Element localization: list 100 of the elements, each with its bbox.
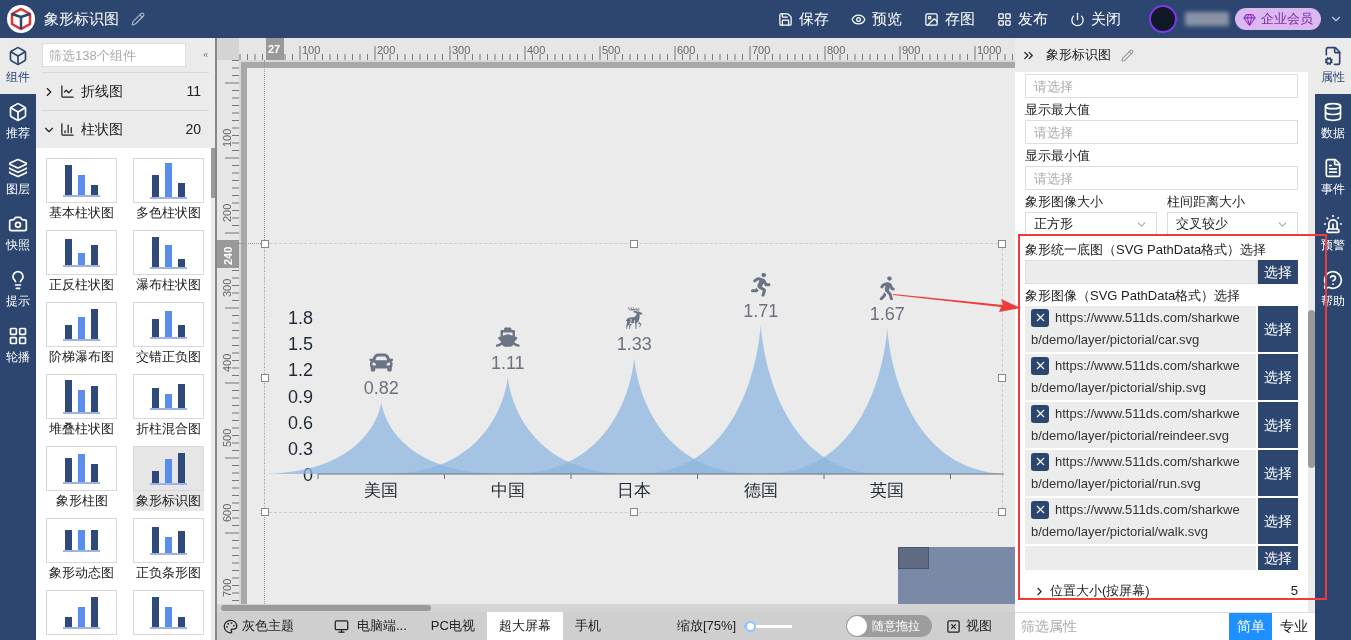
bar-chart-icon [150, 162, 187, 199]
category-label: 英国 [870, 481, 905, 500]
field-label: 显示最小值 [1025, 147, 1091, 165]
category-label: 美国 [364, 481, 399, 500]
device-tab[interactable]: 电脑端... [322, 612, 419, 640]
layers-icon [8, 158, 28, 178]
resize-handle[interactable] [629, 240, 638, 248]
value-label: 1.33 [616, 334, 652, 354]
rail-tab[interactable]: 快照 [0, 206, 36, 262]
edit-icon[interactable] [1121, 48, 1134, 62]
rail-tab[interactable]: 推荐 [0, 94, 36, 150]
category-label: 中国 [490, 481, 525, 500]
field-label: 显示最大值 [1025, 101, 1091, 119]
image-icon [924, 11, 939, 27]
device-tab[interactable]: PC电视 [418, 612, 487, 640]
group-header[interactable]: 折线图 11 [42, 72, 209, 110]
resize-handle[interactable] [998, 374, 1006, 382]
edit-icon[interactable] [131, 12, 145, 26]
rail-tab[interactable]: 图层 [0, 150, 36, 206]
deer-icon [626, 306, 643, 330]
select-field[interactable]: 请选择 [1025, 120, 1298, 144]
side-tab[interactable]: 数据 [1315, 94, 1351, 150]
bar-chart-icon [150, 236, 187, 269]
component-item[interactable] [133, 590, 204, 635]
choose-button[interactable]: 选择 [1258, 260, 1298, 284]
side-tab[interactable]: 属性 [1315, 38, 1351, 94]
ship-icon [495, 327, 520, 347]
axis-label: 0.6 [287, 412, 313, 433]
side-tab[interactable]: 事件 [1315, 150, 1351, 206]
zoom-slider[interactable] [744, 620, 793, 632]
value-label: 1.67 [869, 304, 905, 325]
resize-handle[interactable] [998, 240, 1006, 248]
bar-chart-icon [150, 452, 187, 485]
rail-tab[interactable]: 提示 [0, 262, 36, 318]
scrollbar[interactable] [211, 148, 215, 198]
choose-button[interactable]: 选择 [1258, 402, 1298, 448]
camera-icon [8, 214, 28, 234]
remove-button[interactable] [1031, 452, 1049, 471]
section-header[interactable]: 位置大小(按屏幕) 5 [1025, 582, 1298, 600]
path-field[interactable] [1025, 260, 1258, 284]
scrollbar[interactable] [1308, 310, 1315, 468]
bar-chart-icon [63, 453, 100, 484]
help-icon [1323, 270, 1343, 290]
scrollbar[interactable] [221, 605, 431, 611]
line-chart-icon [60, 84, 75, 99]
choose-button[interactable]: 选择 [1258, 354, 1298, 400]
gem-icon [1243, 12, 1256, 26]
component-item[interactable] [46, 590, 117, 635]
value-label: 0.82 [363, 378, 399, 399]
component-item[interactable]: 象形标识图 [133, 446, 204, 511]
remove-button[interactable] [1031, 500, 1049, 519]
avatar[interactable] [1149, 5, 1177, 33]
membership-badge[interactable]: 企业会员 [1235, 8, 1321, 30]
resize-handle[interactable] [629, 508, 638, 516]
search-field[interactable]: 筛选138个组件 [42, 43, 186, 67]
path-field[interactable]: https://www.511ds.com/sharkweb/demo/layer/pictorial/walk.svg [1025, 498, 1256, 544]
value-label: 1.11 [490, 353, 525, 374]
alarm-icon [1323, 214, 1343, 234]
remove-button[interactable] [1031, 404, 1049, 423]
position-marker: 27 [265, 38, 284, 60]
view-button[interactable]: 视图 [946, 616, 993, 636]
device-tab[interactable]: 手机 [562, 612, 613, 640]
choose-button[interactable]: 选择 [1258, 306, 1298, 352]
bar-chart-icon [63, 596, 100, 629]
selection-frame[interactable]: 0 0.3 0.6 0.9 1.2 1.5 1.8 美国 中国 日本 德国 英国 0.82 1.11 1.33 1.71 1.67 [264, 243, 1003, 513]
axis-label: 1.2 [287, 360, 313, 381]
select-field[interactable]: 正方形 [1025, 212, 1157, 236]
resize-handle[interactable] [261, 508, 269, 516]
choose-button[interactable]: 选择 [1258, 450, 1298, 496]
choose-button[interactable]: 选择 [1258, 546, 1298, 570]
bar-chart-icon [63, 529, 100, 552]
resize-handle[interactable] [261, 240, 269, 248]
toolbar-button[interactable]: 发布 [997, 7, 1048, 31]
select-field[interactable]: 请选择 [1025, 74, 1298, 98]
rail-tab[interactable]: 组件 [0, 38, 36, 94]
cube-icon [8, 102, 28, 122]
value-label: 1.71 [743, 300, 779, 321]
toolbar-button[interactable]: 预览 [851, 7, 902, 31]
eye-icon [851, 11, 866, 27]
bar-chart-icon [150, 383, 187, 410]
app-title: 象形标识图 [44, 8, 119, 29]
filter-field[interactable]: 筛选属性 [1015, 613, 1229, 640]
axis-label: 1.5 [287, 334, 313, 355]
ruler-label: 300 [451, 44, 471, 56]
save-icon [778, 11, 793, 27]
ruler-label: 900 [901, 44, 921, 56]
select-field[interactable]: 交叉较少 [1166, 212, 1298, 236]
remove-button[interactable] [1031, 356, 1049, 375]
device-tab[interactable]: 超大屏幕 [486, 612, 563, 640]
resize-handle[interactable] [998, 508, 1006, 516]
select-field[interactable]: 请选择 [1025, 166, 1298, 190]
toolbar-button[interactable]: 存图 [924, 7, 975, 31]
theme-button[interactable]: 灰色主题 [223, 616, 294, 636]
toolbar-button[interactable]: 保存 [778, 7, 829, 31]
resize-handle[interactable] [261, 374, 269, 382]
bar-chart-icon [150, 526, 187, 555]
remove-button[interactable] [1031, 308, 1049, 327]
toolbar-button[interactable]: 关闭 [1070, 7, 1121, 31]
choose-button[interactable]: 选择 [1258, 498, 1298, 544]
rail-tab[interactable]: 轮播 [0, 318, 36, 374]
